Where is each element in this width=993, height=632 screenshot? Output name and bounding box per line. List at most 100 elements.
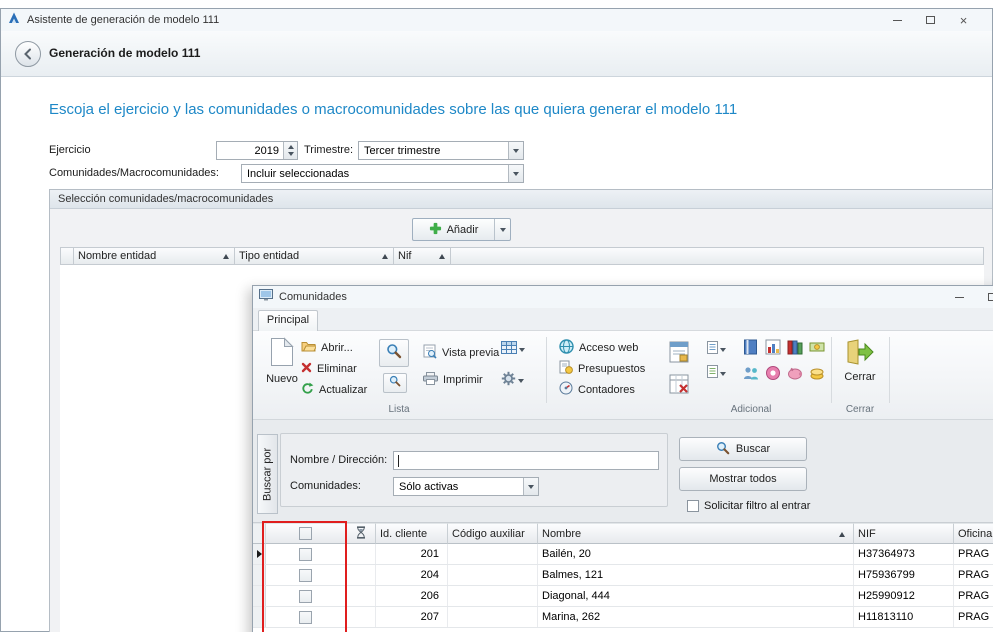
document-icon xyxy=(707,341,718,359)
row-checkbox-cell[interactable] xyxy=(266,565,346,585)
grid-header-row: Id. cliente Código auxiliar Nombre NIF O… xyxy=(253,523,993,544)
row-status-cell xyxy=(346,565,376,585)
spinner-up-icon[interactable] xyxy=(288,145,294,149)
cell-codigo xyxy=(448,544,538,564)
chevron-down-icon[interactable] xyxy=(508,142,523,159)
back-button[interactable] xyxy=(15,41,41,67)
row-checkbox-cell[interactable] xyxy=(266,586,346,606)
chevron-down-icon[interactable] xyxy=(508,165,523,182)
add-button-main[interactable]: Añadir xyxy=(413,219,494,240)
nuevo-button[interactable]: Nuevo xyxy=(259,337,305,385)
col-tipo-entidad[interactable]: Tipo entidad xyxy=(235,247,394,265)
row-checkbox-cell[interactable] xyxy=(266,544,346,564)
solicitar-filtro-checkbox[interactable] xyxy=(687,500,699,512)
col-nif[interactable]: Nif xyxy=(394,247,451,265)
nombre-direccion-input[interactable] xyxy=(393,451,659,470)
add-button[interactable]: Añadir xyxy=(412,218,511,241)
col-nif[interactable]: NIF xyxy=(854,523,954,544)
trimestre-select[interactable]: Tercer trimestre xyxy=(358,141,524,160)
maximize-icon[interactable] xyxy=(914,9,947,31)
cell-nombre: Balmes, 121 xyxy=(538,565,854,585)
group-separator xyxy=(889,337,890,403)
header-checkbox[interactable] xyxy=(299,527,312,540)
spinner-down-icon[interactable] xyxy=(288,152,294,156)
comunidades-mode-select[interactable]: Incluir seleccionadas xyxy=(241,164,524,183)
people-icon[interactable] xyxy=(743,365,759,381)
document-menu-button[interactable] xyxy=(707,341,726,359)
table-delete-button[interactable] xyxy=(669,373,689,400)
ejercicio-input[interactable]: 2019 xyxy=(216,141,298,160)
settings-gear-icon xyxy=(501,371,516,391)
wizard-header-band: Generación de modelo 111 xyxy=(1,31,992,77)
web-globe-icon xyxy=(559,339,574,357)
ledger-icon[interactable] xyxy=(743,339,759,355)
mostrar-todos-button[interactable]: Mostrar todos xyxy=(679,467,807,491)
piggy-bank-icon[interactable] xyxy=(787,365,803,381)
cell-id: 204 xyxy=(376,565,448,585)
add-dropdown-arrow[interactable] xyxy=(494,219,510,240)
cerrar-button[interactable]: Cerrar xyxy=(835,339,885,383)
acceso-web-button[interactable]: Acceso web xyxy=(559,338,638,357)
row-status-cell xyxy=(346,607,376,627)
vista-previa-button[interactable]: Vista previa xyxy=(423,343,499,362)
cash-icon[interactable] xyxy=(809,339,825,355)
row-checkbox[interactable] xyxy=(299,611,312,624)
col-nombre[interactable]: Nombre xyxy=(538,523,854,544)
col-codigo-auxiliar[interactable]: Código auxiliar xyxy=(448,523,538,544)
abrir-button[interactable]: Abrir... xyxy=(301,338,353,357)
close-icon[interactable]: × xyxy=(947,9,980,31)
col-oficina[interactable]: Oficina xyxy=(954,523,993,544)
minimize-icon[interactable] xyxy=(943,286,976,308)
maximize-icon[interactable] xyxy=(976,286,993,308)
ejercicio-value: 2019 xyxy=(255,145,279,157)
tab-principal[interactable]: Principal xyxy=(258,310,318,331)
comunidades-filter-value: Sólo activas xyxy=(399,481,458,493)
comunidades-filter-select[interactable]: Sólo activas xyxy=(393,477,539,496)
minimize-icon[interactable] xyxy=(881,9,914,31)
eliminar-button[interactable]: Eliminar xyxy=(301,359,357,378)
document-menu-button-2[interactable] xyxy=(707,365,726,383)
col-status-header[interactable] xyxy=(346,523,376,544)
wizard-table-header: Nombre entidad Tipo entidad Nif xyxy=(60,247,984,265)
year-spinner[interactable] xyxy=(283,142,297,159)
contadores-button[interactable]: Contadores xyxy=(559,380,635,399)
groupbox-title: Selección comunidades/macrocomunidades xyxy=(50,190,992,209)
row-checkbox[interactable] xyxy=(299,548,312,561)
report-button[interactable] xyxy=(669,341,689,368)
imprimir-label: Imprimir xyxy=(443,374,483,386)
search-tool-button[interactable] xyxy=(379,339,409,367)
wizard-window-title: Asistente de generación de modelo 111 xyxy=(27,14,219,26)
wheel-icon[interactable] xyxy=(765,365,781,381)
buscar-button[interactable]: Buscar xyxy=(679,437,807,461)
row-checkbox[interactable] xyxy=(299,569,312,582)
col-checkbox-header[interactable] xyxy=(266,523,346,544)
cell-nombre: Bailén, 20 xyxy=(538,544,854,564)
settings-dropdown[interactable] xyxy=(501,371,524,391)
library-icon[interactable] xyxy=(787,339,803,355)
row-checkbox-cell[interactable] xyxy=(266,607,346,627)
table-delete-icon xyxy=(669,373,689,400)
col-nombre-entidad[interactable]: Nombre entidad xyxy=(74,247,235,265)
comunidades-mode-value: Incluir seleccionadas xyxy=(247,168,349,180)
exit-door-icon xyxy=(846,339,874,368)
col-id-cliente[interactable]: Id. cliente xyxy=(376,523,448,544)
table-row[interactable]: 204 Balmes, 121 H75936799 PRAG xyxy=(253,565,993,586)
search-small-button[interactable] xyxy=(383,373,407,393)
buscar-por-tab[interactable]: Buscar por xyxy=(257,434,278,514)
grid-view-dropdown[interactable] xyxy=(501,341,525,359)
row-checkbox[interactable] xyxy=(299,590,312,603)
grid-view-icon xyxy=(501,341,517,359)
refresh-icon xyxy=(301,382,314,398)
chevron-down-icon[interactable] xyxy=(523,478,538,495)
actualizar-button[interactable]: Actualizar xyxy=(301,380,367,399)
chart-icon[interactable] xyxy=(765,339,781,355)
table-row[interactable]: 207 Marina, 262 H11813110 PRAG xyxy=(253,607,993,628)
table-row[interactable]: 206 Diagonal, 444 H25990912 PRAG xyxy=(253,586,993,607)
chevron-down-icon xyxy=(519,348,525,352)
mostrar-todos-label: Mostrar todos xyxy=(709,473,776,485)
coins-icon[interactable] xyxy=(809,365,825,381)
table-row[interactable]: 201 Bailén, 20 H37364973 PRAG xyxy=(253,544,993,565)
imprimir-button[interactable]: Imprimir xyxy=(423,370,483,389)
desktop: Asistente de generación de modelo 111 × … xyxy=(0,0,993,632)
presupuestos-button[interactable]: Presupuestos xyxy=(559,359,645,378)
